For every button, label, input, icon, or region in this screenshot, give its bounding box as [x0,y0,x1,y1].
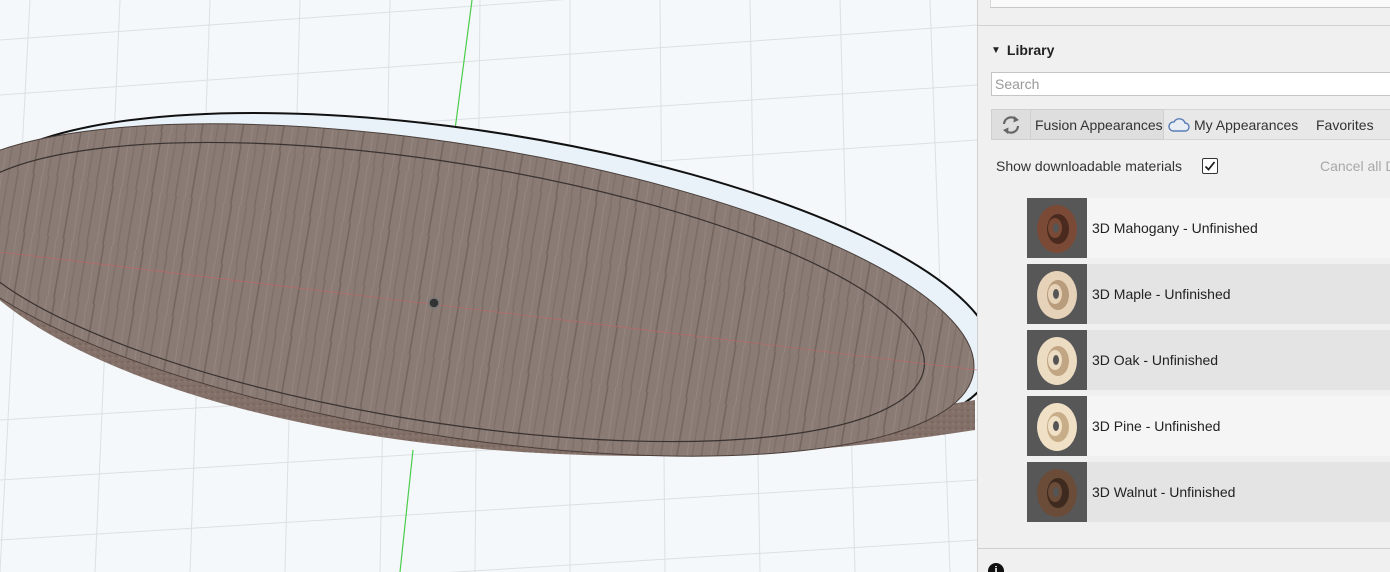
tab-fusion-label: Fusion Appearances [1035,116,1163,133]
material-item[interactable]: 3D Maple - Unfinished [1027,264,1390,324]
material-list: 3D Mahogany - Unfinished 3D Maple - Unfin… [1027,198,1390,528]
library-title: Library [1006,42,1055,58]
material-swatch-icon [1027,462,1087,522]
panel-top-bar [990,0,1390,8]
material-name: 3D Oak - Unfinished [1092,352,1219,368]
cancel-all-downloads-button[interactable]: Cancel all D [1320,155,1390,177]
tab-favorites-label: Favorites [1316,116,1374,133]
material-item[interactable]: 3D Pine - Unfinished [1027,396,1390,456]
tab-favorites[interactable]: Favorites [1308,109,1390,140]
material-swatch-icon [1027,264,1087,324]
cloud-icon [1164,117,1194,133]
collapse-triangle-icon[interactable]: ▼ [991,45,1001,56]
tab-my-appearances[interactable]: My Appearances [1164,109,1308,140]
model-canvas[interactable] [0,0,977,572]
material-swatch-icon [1027,330,1087,390]
refresh-icon[interactable] [992,110,1031,139]
material-swatch-icon [1027,396,1087,456]
show-downloadable-checkbox[interactable] [1202,158,1218,174]
info-icon[interactable]: i [988,563,1004,572]
material-item[interactable]: 3D Oak - Unfinished [1027,330,1390,390]
tab-my-label: My Appearances [1194,116,1299,133]
tab-fusion-appearances[interactable]: Fusion Appearances [991,109,1164,140]
material-item[interactable]: 3D Walnut - Unfinished [1027,462,1390,522]
show-downloadable-label: Show downloadable materials [996,158,1182,174]
material-name: 3D Walnut - Unfinished [1092,484,1236,500]
library-tabs: Fusion Appearances My Appearances Favori… [991,109,1390,140]
material-name: 3D Maple - Unfinished [1092,286,1231,302]
material-swatch-icon [1027,198,1087,258]
origin-point[interactable] [428,297,440,309]
search-input[interactable] [991,72,1390,96]
material-name: 3D Mahogany - Unfinished [1092,220,1258,236]
material-name: 3D Pine - Unfinished [1092,418,1221,434]
checkmark-icon [1204,161,1216,171]
divider-bottom [978,548,1390,549]
appearance-panel: ▼ Library Fusion Appearances My Appeara [977,0,1390,572]
3d-viewport[interactable] [0,0,977,572]
material-item[interactable]: 3D Mahogany - Unfinished [1027,198,1390,258]
divider [978,25,1390,26]
y-axis-line-lower [399,449,414,572]
library-header[interactable]: ▼ Library [991,40,1054,60]
